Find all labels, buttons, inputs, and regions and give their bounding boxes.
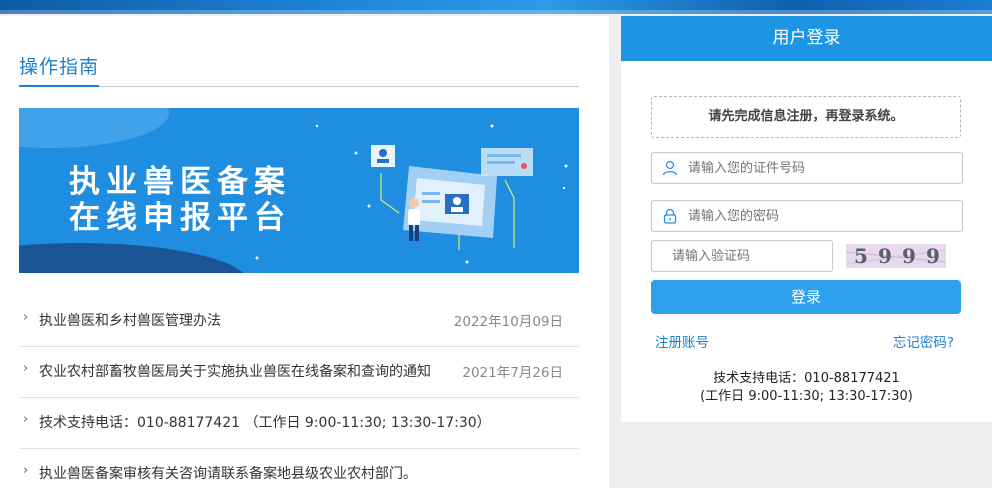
forgot-password-link[interactable]: 忘记密码?: [893, 331, 954, 351]
id-number-field[interactable]: [651, 152, 963, 184]
register-link[interactable]: 注册账号: [655, 331, 709, 351]
captcha-image[interactable]: 5 9 9 9: [846, 244, 946, 268]
captcha-char: 9: [926, 244, 940, 268]
section-title: 操作指南: [19, 56, 100, 78]
password-field[interactable]: [651, 200, 963, 232]
chevron-right-icon: ›: [23, 361, 29, 376]
captcha-field[interactable]: [651, 240, 833, 272]
news-date: 2021年7月26日: [462, 365, 563, 381]
captcha-char: 9: [878, 244, 892, 268]
support-phone: 技术支持电话：010-88177421: [713, 371, 900, 386]
news-item[interactable]: › 执业兽医备案审核有关咨询请联系备案地县级农业农村部门。: [19, 449, 579, 488]
id-number-input[interactable]: [652, 153, 962, 183]
guide-panel: 操作指南 执业兽医备案 在线申报平台 › 执业兽医和乡村兽医管理办法 2022年…: [0, 16, 609, 488]
news-item[interactable]: › 农业农村部畜牧兽医局关于实施执业兽医在线备案和查询的通知 2021年7月26…: [19, 347, 579, 398]
password-input[interactable]: [652, 201, 962, 231]
news-title[interactable]: 执业兽医和乡村兽医管理办法: [39, 310, 221, 330]
news-title[interactable]: 农业农村部畜牧兽医局关于实施执业兽医在线备案和查询的通知: [39, 361, 431, 381]
title-accent: [19, 85, 99, 87]
user-icon: [662, 160, 678, 176]
login-button[interactable]: 登录: [651, 280, 961, 314]
login-panel: 用户登录 请先完成信息注册，再登录系统。 5 9 9 9 登录 注册账号 忘记密…: [621, 16, 992, 422]
support-hours: (工作日 9:00-11:30; 13:30-17:30): [700, 389, 913, 404]
title-divider: [19, 86, 579, 87]
hero-banner[interactable]: 执业兽医备案 在线申报平台: [19, 108, 579, 273]
news-item[interactable]: › 技术支持电话：010-88177421 （工作日 9:00-11:30; 1…: [19, 398, 579, 449]
captcha-char: 5: [854, 244, 868, 268]
news-list: › 执业兽医和乡村兽医管理办法 2022年10月09日 › 农业农村部畜牧兽医局…: [19, 296, 579, 488]
chevron-right-icon: ›: [23, 310, 29, 325]
news-item[interactable]: › 执业兽医和乡村兽医管理办法 2022年10月09日: [19, 296, 579, 347]
lock-icon: [663, 208, 677, 224]
news-title[interactable]: 执业兽医备案审核有关咨询请联系备案地县级农业农村部门。: [39, 463, 417, 483]
chevron-right-icon: ›: [23, 463, 29, 478]
news-title[interactable]: 技术支持电话：010-88177421 （工作日 9:00-11:30; 13:…: [39, 412, 491, 432]
login-notice: 请先完成信息注册，再登录系统。: [651, 96, 961, 138]
top-banner: [0, 0, 992, 14]
login-title: 用户登录: [621, 16, 992, 61]
captcha-char: 9: [902, 244, 916, 268]
chevron-right-icon: ›: [23, 412, 29, 427]
news-date: 2022年10月09日: [453, 314, 563, 330]
hero-title-line2: 在线申报平台: [69, 200, 291, 236]
captcha-input[interactable]: [652, 241, 832, 271]
